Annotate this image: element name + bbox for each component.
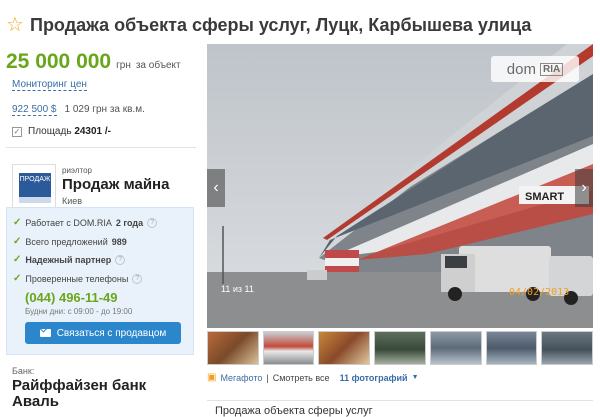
main-photo[interactable]: SMART ‹ › 11 из 11 04/02/2013 dom RIA: [207, 44, 593, 328]
check-icon: ✓: [13, 273, 22, 284]
bank-name: Райффайзен банк Аваль: [12, 377, 147, 410]
mail-icon: [39, 329, 51, 337]
thumbnail[interactable]: [207, 331, 259, 365]
star-icon[interactable]: ☆: [4, 15, 26, 35]
listing-summary: 25 000 000 грн за объект Мониторинг цен …: [6, 44, 196, 210]
panel-item-offers: ✓ Всего предложений 989: [13, 236, 127, 247]
price-alt-row: 922 500 $ 1 029 грн за кв.м.: [12, 104, 196, 116]
price-currency: грн: [116, 60, 131, 71]
area-label: Площадь: [28, 126, 72, 137]
price-row: 25 000 000 грн за объект: [6, 50, 196, 74]
contact-seller-button[interactable]: Связаться с продавцом: [25, 322, 181, 344]
usd-price-link[interactable]: 922 500 $: [12, 104, 57, 116]
thumbnail-strip: [207, 331, 594, 365]
agent-type: риэлтор: [62, 166, 92, 175]
thumbnail[interactable]: [374, 331, 426, 365]
camera-icon: ▣: [207, 372, 217, 383]
listing-title-row: ☆ Продажа объекта сферы услуг, Луцк, Кар…: [4, 8, 600, 42]
chevron-right-icon[interactable]: ›: [575, 169, 593, 207]
agent-city: Киев: [62, 196, 83, 206]
question-icon[interactable]: ?: [115, 254, 126, 265]
bank-label: Банк:: [12, 366, 35, 376]
area-row: ✓ Площадь 24301 /-: [12, 126, 196, 137]
working-hours: Будни дни: с 09:00 - до 19:00: [25, 307, 133, 316]
question-icon[interactable]: ?: [147, 217, 158, 228]
panel-item-verified-phones: ✓ Проверенные телефоны ?: [13, 273, 143, 284]
thumbnail[interactable]: [485, 331, 538, 365]
agent-name[interactable]: Продаж майна: [62, 176, 169, 193]
thumbnail[interactable]: [541, 331, 594, 365]
description-heading: Продажа объекта сферы услуг: [207, 400, 593, 417]
view-all-label: Смотреть все: [272, 372, 330, 383]
domria-watermark: dom RIA: [491, 56, 579, 82]
price-monitoring-link[interactable]: Мониторинг цен: [12, 79, 87, 91]
divider: [6, 147, 196, 148]
panel-item-experience: ✓ Работает с DOM.RIA 2 года ?: [13, 217, 158, 228]
megafoto-link[interactable]: Мегафото: [220, 373, 262, 383]
page-title: Продажа объекта сферы услуг, Луцк, Карбы…: [30, 14, 532, 35]
price-per-m2: 1 029 грн за кв.м.: [64, 104, 145, 115]
area-icon: ✓: [12, 126, 22, 137]
check-icon: ✓: [13, 236, 22, 247]
check-icon: ✓: [13, 217, 22, 228]
panel-item-reliable: ✓ Надежный партнер ?: [13, 254, 126, 265]
gallery-links: ▣ Мегафото | Смотреть все 11 фотографий …: [207, 372, 419, 383]
chevron-left-icon[interactable]: ‹: [207, 169, 225, 207]
building-photo: SMART: [207, 44, 593, 328]
agent-logo-text: ПРОДАЖ: [19, 173, 51, 197]
agent-logo[interactable]: ПРОДАЖ: [12, 164, 56, 208]
phone-number[interactable]: (044) 496-11-49: [25, 290, 118, 305]
price-per: за объект: [135, 60, 181, 71]
agent-info-panel: ✓ Работает с DOM.RIA 2 года ? ✓ Всего пр…: [6, 207, 194, 355]
thumbnail[interactable]: [429, 331, 482, 365]
thumbnail[interactable]: [262, 331, 315, 365]
all-photos-link[interactable]: 11 фотографий: [340, 373, 408, 383]
chevron-down-icon[interactable]: ▼: [412, 374, 419, 381]
agent-card[interactable]: ПРОДАЖ риэлтор Продаж майна Киев: [6, 158, 196, 210]
thumbnail[interactable]: [318, 331, 371, 365]
check-icon: ✓: [13, 254, 22, 265]
price-value: 25 000 000: [6, 50, 112, 73]
photo-counter: 11 из 11: [221, 284, 254, 294]
store-sign: SMART: [525, 191, 564, 203]
photo-date-stamp: 04/02/2013: [509, 287, 570, 298]
area-value: 24301 /-: [74, 126, 112, 137]
question-icon[interactable]: ?: [132, 273, 143, 284]
